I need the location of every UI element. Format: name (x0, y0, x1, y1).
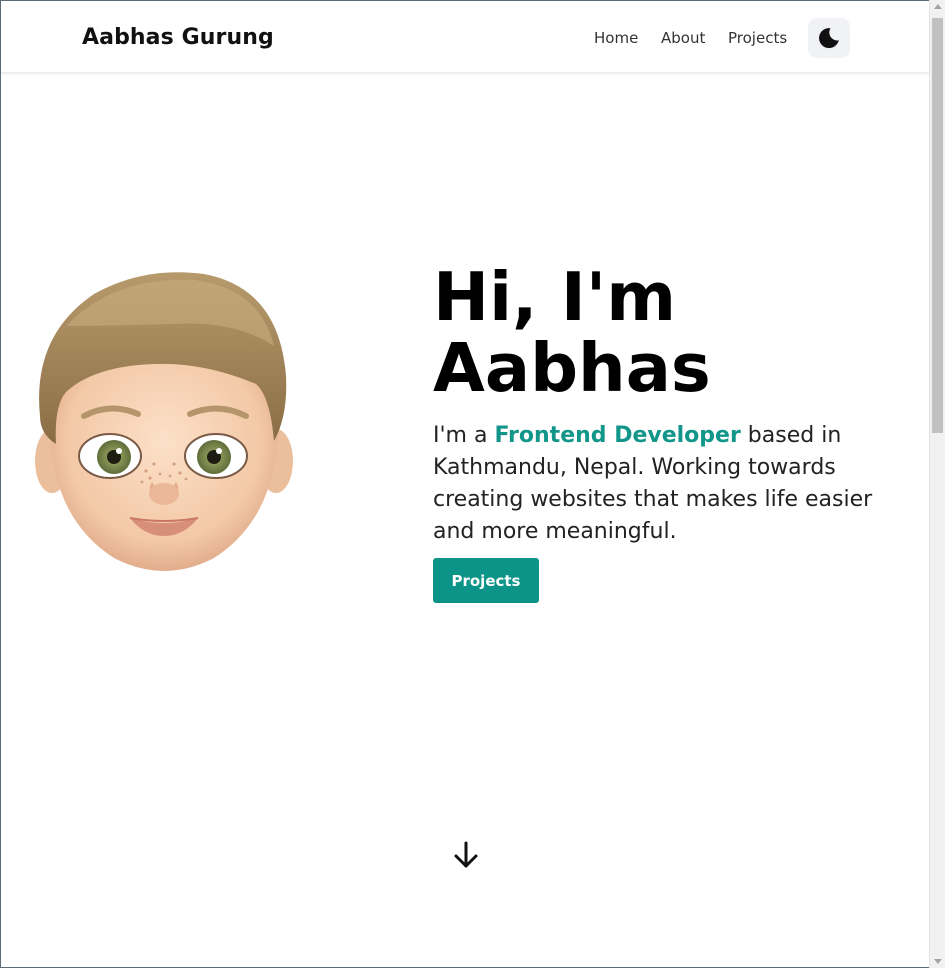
projects-button[interactable]: Projects (433, 558, 539, 603)
memoji-avatar (35, 272, 293, 571)
hero-title-line1: Hi, I'm (433, 258, 677, 336)
nav-link-projects[interactable]: Projects (728, 29, 787, 47)
hero-title: Hi, I'm Aabhas (433, 262, 711, 404)
theme-toggle-button[interactable] (808, 18, 850, 58)
nav-link-about[interactable]: About (661, 29, 705, 47)
desc-highlight: Frontend Developer (494, 423, 741, 448)
nav-link-home[interactable]: Home (594, 29, 638, 47)
brand-logo-text[interactable]: Aabhas Gurung (82, 25, 274, 50)
moon-icon (819, 28, 839, 49)
arrow-down-icon[interactable] (451, 840, 481, 870)
hero-description: I'm a Frontend Developer based in Kathma… (433, 420, 903, 548)
page-scrollbar[interactable] (929, 0, 945, 968)
desc-prefix: I'm a (433, 423, 495, 448)
scrollbar-thumb[interactable] (932, 18, 943, 433)
hero-title-line2: Aabhas (433, 329, 711, 407)
scroll-down-arrow-icon[interactable] (934, 959, 942, 964)
navbar: Aabhas Gurung Home About Projects (1, 1, 929, 73)
scroll-up-arrow-icon[interactable] (934, 4, 942, 9)
